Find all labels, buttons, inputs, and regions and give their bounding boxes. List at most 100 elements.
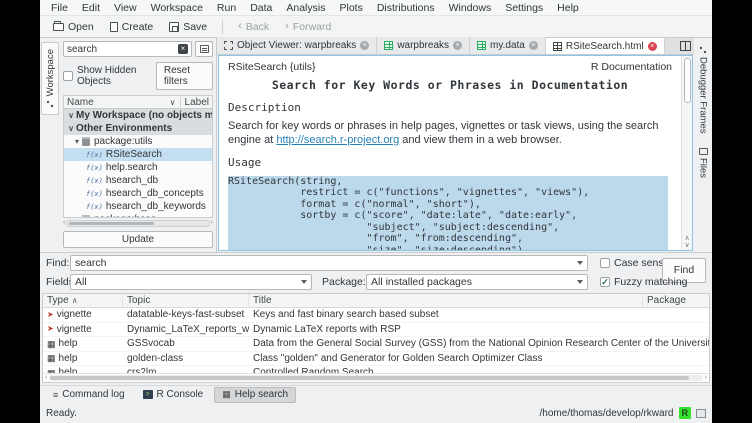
results-horizontal-scrollbar[interactable]: ‹ › — [43, 373, 709, 382]
find-combobox[interactable]: search — [70, 255, 588, 271]
object-search-field[interactable]: × — [63, 41, 192, 57]
scroll-left-icon[interactable]: ‹ — [45, 374, 47, 382]
status-ready: Ready. — [46, 408, 77, 419]
tree-item-help-search[interactable]: f(x) help.search — [64, 161, 212, 174]
r-console-tab[interactable]: > R Console — [136, 387, 211, 403]
package-dropdown[interactable]: All installed packages — [366, 274, 588, 290]
fuzzy-matching-checkbox[interactable]: ✓ — [600, 277, 610, 287]
column-header-title[interactable]: Title — [249, 294, 643, 307]
menu-edit[interactable]: Edit — [75, 1, 107, 15]
tree-item-hsearch-db[interactable]: f(x) hsearch_db — [64, 174, 212, 187]
scrollbar-arrows[interactable]: ∧∨ — [682, 235, 692, 249]
menu-workspace[interactable]: Workspace — [144, 1, 210, 15]
tab-rsitesearch-html[interactable]: RSiteSearch.html × — [546, 37, 665, 54]
menu-file[interactable]: File — [44, 1, 75, 15]
tab-label: Object Viewer: warpbreaks — [237, 40, 356, 51]
tab-warpbreaks[interactable]: warpbreaks × — [377, 37, 470, 54]
workspace-dock-tab[interactable]: Workspace — [41, 42, 59, 115]
close-tab-icon[interactable]: × — [529, 41, 538, 50]
menu-data[interactable]: Data — [243, 1, 279, 15]
menu-distributions[interactable]: Distributions — [370, 1, 442, 15]
search-r-project-link[interactable]: http://search.r-project.org — [276, 134, 399, 146]
table-row[interactable]: ▦help golden-class Class "golden" and Ge… — [43, 352, 709, 367]
tree-horizontal-scrollbar[interactable]: ‹ › — [63, 219, 213, 227]
menu-view[interactable]: View — [107, 1, 144, 15]
column-label-label: Label — [185, 97, 209, 108]
close-tab-icon[interactable]: × — [360, 41, 369, 50]
vignette-icon: ➤ — [47, 325, 54, 333]
menu-run[interactable]: Run — [210, 1, 243, 15]
table-row[interactable]: ➤vignette datatable-keys-fast-subset Key… — [43, 308, 709, 323]
tree-item-hsearch-db-concepts[interactable]: f(x) hsearch_db_concepts — [64, 187, 212, 200]
menu-settings[interactable]: Settings — [498, 1, 550, 15]
expand-icon[interactable]: ▾ — [72, 137, 82, 146]
table-row[interactable]: ▦help crs2lm Controlled Random Search nl… — [43, 366, 709, 373]
back-button[interactable]: ‹ Back — [231, 19, 276, 35]
update-button[interactable]: Update — [63, 231, 213, 248]
forward-button[interactable]: › Forward — [278, 19, 338, 35]
scroll-right-icon[interactable]: › — [705, 374, 707, 382]
menu-analysis[interactable]: Analysis — [279, 1, 332, 15]
scroll-left-icon[interactable]: ‹ — [63, 219, 65, 227]
find-label: Find: — [46, 257, 69, 269]
table-row[interactable]: ➤vignette Dynamic_LaTeX_reports_with_RSP… — [43, 323, 709, 338]
close-tab-icon[interactable]: × — [648, 42, 657, 51]
chevron-down-icon[interactable] — [301, 280, 307, 284]
scrollbar-thumb[interactable] — [69, 222, 154, 225]
show-hidden-checkbox[interactable] — [63, 71, 73, 81]
scroll-right-icon[interactable]: › — [211, 219, 213, 227]
case-sensitive-checkbox[interactable] — [600, 258, 610, 268]
fuzzy-matching-label: Fuzzy matching — [614, 276, 688, 288]
document-vertical-scrollbar[interactable]: ∧∨ — [681, 56, 692, 250]
chevron-down-icon[interactable] — [577, 261, 583, 265]
scrollbar-thumb[interactable] — [50, 376, 688, 380]
r-engine-status-badge[interactable]: R — [679, 407, 692, 419]
close-tab-icon[interactable]: × — [453, 41, 462, 50]
tree-column-header[interactable]: Name ∨ Label — [63, 95, 213, 109]
chevron-down-icon[interactable] — [577, 280, 583, 284]
collapse-icon[interactable]: ∨ — [66, 111, 76, 120]
tree-item-rsitesearch[interactable]: f(x) RSiteSearch — [64, 148, 212, 161]
menu-help[interactable]: Help — [550, 1, 586, 15]
tree-group-other-environments[interactable]: ∨ Other Environments — [64, 122, 212, 135]
filter-options-button[interactable] — [195, 41, 213, 57]
toolbar-separator — [222, 20, 223, 34]
forward-button-label: Forward — [293, 21, 332, 33]
column-header-type[interactable]: Type ∧ — [43, 294, 123, 307]
clear-search-icon[interactable]: × — [178, 44, 188, 54]
tree-item-hsearch-db-keywords[interactable]: f(x) hsearch_db_keywords — [64, 200, 212, 213]
command-log-tab[interactable]: ≡ Command log — [46, 387, 132, 403]
open-button[interactable]: Open — [46, 19, 101, 35]
debugger-frames-dock-tab[interactable]: Debugger Frames — [694, 42, 712, 138]
workspace-icon — [46, 100, 54, 108]
tree-item-package-base[interactable]: ▸ package:base — [64, 213, 212, 218]
r-console-icon: > — [143, 390, 153, 399]
create-button[interactable]: Create — [103, 19, 161, 35]
forward-chevron-icon: › — [285, 21, 289, 32]
menu-plots[interactable]: Plots — [332, 1, 369, 15]
tree-item-package-utils[interactable]: ▾ package:utils — [64, 135, 212, 148]
column-header-package[interactable]: Package — [643, 294, 709, 307]
reset-filters-button[interactable]: Reset filters — [156, 62, 213, 90]
help-search-tab[interactable]: ▦ Help search — [214, 387, 296, 403]
column-divider[interactable] — [180, 97, 181, 107]
expand-icon[interactable]: ▸ — [72, 215, 82, 218]
files-dock-tab[interactable]: Files — [694, 144, 712, 182]
tab-object-viewer-warpbreaks[interactable]: Object Viewer: warpbreaks × — [217, 37, 377, 54]
object-search-input[interactable] — [67, 44, 178, 55]
tree-item-label: hsearch_db_keywords — [106, 201, 206, 212]
split-view-icon[interactable] — [680, 41, 691, 51]
save-button[interactable]: Save — [162, 19, 214, 35]
tab-my-data[interactable]: my.data × — [470, 37, 546, 54]
scrollbar-thumb[interactable] — [684, 58, 691, 103]
menu-windows[interactable]: Windows — [442, 1, 499, 15]
open-button-label: Open — [68, 21, 94, 33]
status-indicator-icon[interactable] — [696, 409, 706, 418]
fields-dropdown[interactable]: All — [70, 274, 312, 290]
collapse-icon[interactable]: ∨ — [66, 124, 76, 133]
tree-group-my-workspace[interactable]: ∨ My Workspace (no objects matching filt… — [64, 109, 212, 122]
table-row[interactable]: ▦help GSSvocab Data from the General Soc… — [43, 337, 709, 352]
files-folder-icon — [699, 148, 708, 155]
usage-code-block[interactable]: RSiteSearch(string, restrict = c("functi… — [228, 176, 672, 251]
column-header-topic[interactable]: Topic — [123, 294, 249, 307]
